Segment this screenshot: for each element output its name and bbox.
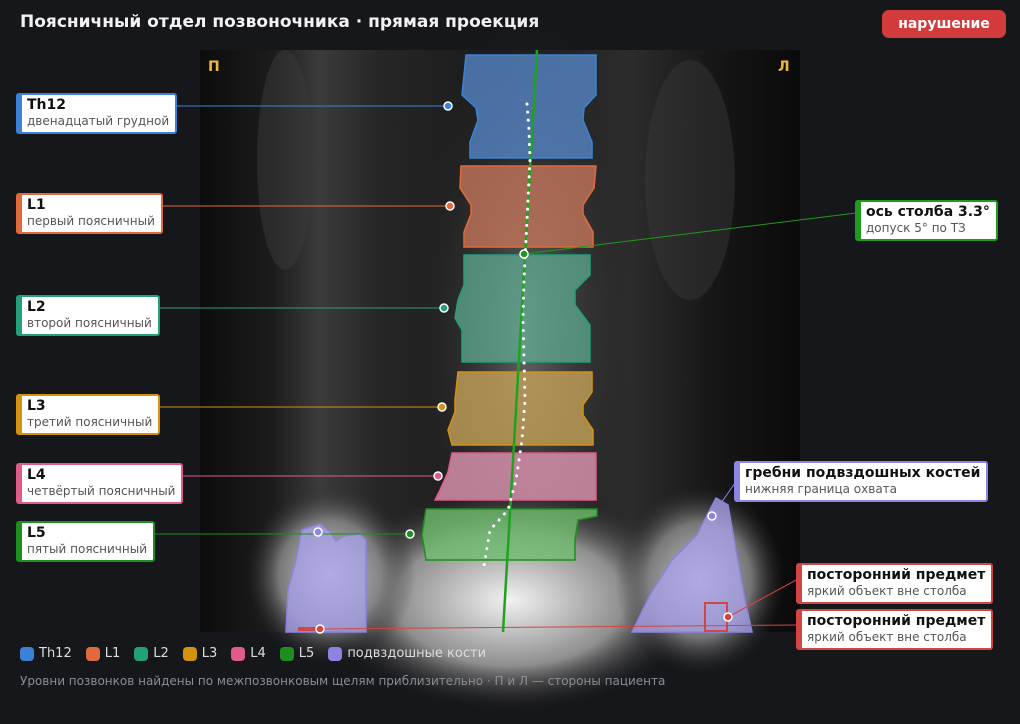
- label-L4-desc: четвёртый поясничный: [27, 484, 176, 498]
- label-L3-name: L3: [27, 398, 46, 414]
- side-marker-left: Л: [778, 59, 790, 75]
- legend-swatch: [231, 646, 246, 661]
- label-L5-name: L5: [27, 525, 46, 541]
- legend-swatch: [134, 646, 149, 661]
- foreign-object-2-subtitle: яркий объект вне столба: [807, 630, 967, 644]
- iliac-crests-subtitle: нижняя граница охвата: [745, 482, 898, 496]
- legend-label: L3: [201, 646, 218, 661]
- label-spine-axis[interactable]: ось столба 3.3° допуск 5° по ТЗ: [855, 200, 998, 241]
- label-L3-desc: третий поясничный: [27, 415, 153, 429]
- label-L1-desc: первый поясничный: [27, 214, 155, 228]
- label-L2-desc: второй поясничный: [27, 316, 152, 330]
- spine-axis-title: ось столба 3.3°: [866, 204, 990, 220]
- iliac-crests-title: гребни подвздошных костей: [745, 465, 981, 481]
- legend-swatch: [85, 646, 100, 661]
- legend-label: Th12: [39, 646, 72, 661]
- foreign-object-2-title: посторонний предмет: [807, 613, 986, 629]
- side-marker-right: П: [208, 59, 220, 75]
- legend-item-l1[interactable]: L1: [85, 646, 121, 661]
- vertebra-Th12-overlay[interactable]: [461, 54, 597, 159]
- legend-item-l5[interactable]: L5: [279, 646, 315, 661]
- label-Th12-name: Th12: [27, 97, 66, 113]
- label-Th12[interactable]: Th12 двенадцатый грудной: [16, 93, 178, 134]
- legend-label: L5: [298, 646, 315, 661]
- legend-item-iliac[interactable]: подвздошные кости: [328, 646, 486, 661]
- label-L4-name: L4: [27, 467, 46, 483]
- foreign-object-1-title: посторонний предмет: [807, 567, 986, 583]
- legend-swatch: [182, 646, 197, 661]
- legend: Th12 L1 L2 L3 L4 L5 подвздошные кости: [20, 646, 500, 661]
- legend-label: подвздошные кости: [347, 646, 487, 661]
- spine-axis-subtitle: допуск 5° по ТЗ: [866, 221, 966, 235]
- vertebra-L3-overlay[interactable]: [447, 371, 594, 446]
- label-L5[interactable]: L5 пятый поясничный: [16, 521, 155, 562]
- legend-item-l3[interactable]: L3: [182, 646, 218, 661]
- label-foreign-object-2[interactable]: посторонний предмет яркий объект вне сто…: [796, 609, 994, 650]
- label-L4[interactable]: L4 четвёртый поясничный: [16, 463, 184, 504]
- foreign-object-1-subtitle: яркий объект вне столба: [807, 584, 967, 598]
- label-L3[interactable]: L3 третий поясничный: [16, 394, 161, 435]
- legend-swatch: [279, 646, 294, 661]
- legend-item-l4[interactable]: L4: [231, 646, 266, 661]
- label-L2-name: L2: [27, 299, 46, 315]
- label-Th12-desc: двенадцатый грудной: [27, 114, 170, 128]
- legend-swatch: [20, 646, 34, 661]
- legend-item-l2[interactable]: L2: [134, 646, 169, 661]
- legend-label: L2: [153, 646, 169, 661]
- label-L2[interactable]: L2 второй поясничный: [16, 295, 160, 336]
- label-L5-desc: пятый поясничный: [27, 542, 147, 556]
- legend-label: L1: [104, 646, 121, 661]
- label-L1-name: L1: [27, 197, 46, 213]
- legend-label: L4: [250, 646, 266, 661]
- footnote: Уровни позвонков найдены по межпозвонков…: [20, 674, 666, 688]
- legend-item-th12[interactable]: Th12: [20, 646, 72, 661]
- label-foreign-object-1[interactable]: посторонний предмет яркий объект вне сто…: [796, 563, 994, 604]
- label-iliac-crests[interactable]: гребни подвздошных костей нижняя граница…: [734, 461, 989, 502]
- legend-swatch: [328, 646, 343, 661]
- label-L1[interactable]: L1 первый поясничный: [16, 193, 163, 234]
